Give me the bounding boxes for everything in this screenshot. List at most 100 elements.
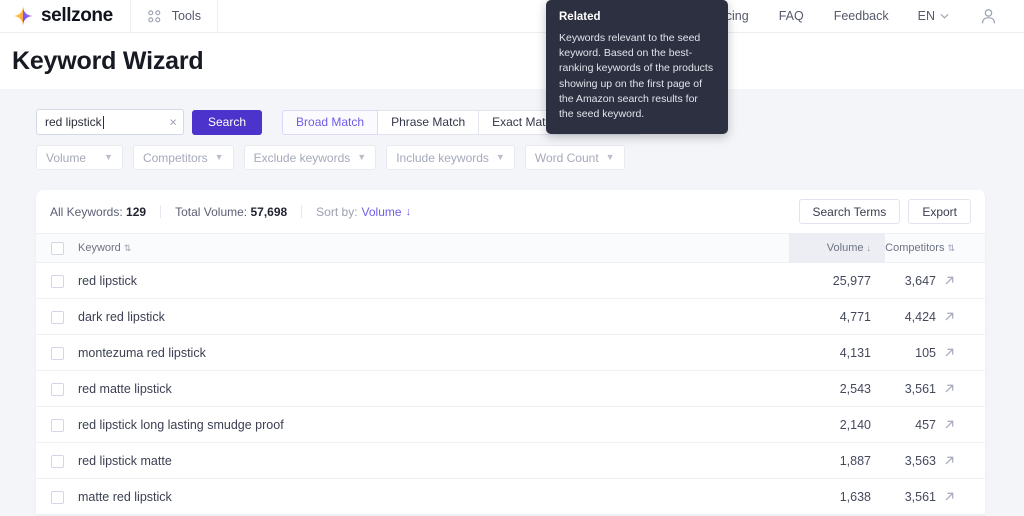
clear-search-icon[interactable]: ×: [169, 116, 177, 129]
total-volume-stat: Total Volume: 57,698: [175, 205, 301, 219]
table-row[interactable]: red lipstick matte 1,887 3,563: [36, 442, 985, 479]
all-keywords-label: All Keywords:: [50, 204, 123, 219]
filter-volume[interactable]: Volume ▼: [36, 145, 123, 170]
sort-by-value[interactable]: Volume: [362, 205, 402, 219]
external-link-arrow-icon[interactable]: [944, 491, 955, 502]
cell-competitors-value: 105: [915, 345, 936, 360]
cell-keyword: red lipstick: [78, 262, 789, 299]
chevron-down-icon: ▼: [357, 152, 367, 162]
row-select-cell: [36, 370, 78, 407]
external-link-arrow-icon[interactable]: [944, 311, 955, 322]
brand-logo[interactable]: sellzone: [0, 5, 113, 27]
row-checkbox[interactable]: [50, 418, 64, 432]
cell-competitors: 4,424: [885, 298, 985, 335]
cell-competitors-value: 3,561: [904, 489, 936, 504]
row-select-cell: [36, 478, 78, 515]
table-row[interactable]: red lipstick long lasting smudge proof 2…: [36, 406, 985, 443]
row-select-cell: [36, 262, 78, 299]
row-select-cell: [36, 406, 78, 443]
text-cursor: [102, 115, 104, 129]
export-button[interactable]: Export: [908, 199, 971, 224]
row-select-cell: [36, 442, 78, 479]
table-row[interactable]: montezuma red lipstick 4,131 105: [36, 334, 985, 371]
cell-competitors-value: 3,561: [904, 381, 936, 396]
column-header-volume-label: Volume: [826, 242, 864, 254]
language-selector[interactable]: EN: [904, 9, 963, 23]
table-header: Keyword ⇅ Volume ↓ Competitors ⇅: [36, 233, 985, 263]
competitors-wrap: 3,563: [885, 454, 977, 468]
sellzone-star-logo-icon: [13, 5, 33, 27]
cell-volume: 4,131: [789, 334, 885, 371]
column-header-competitors[interactable]: Competitors ⇅: [885, 233, 985, 263]
cell-competitors-value: 4,424: [904, 309, 936, 324]
filter-competitors[interactable]: Competitors ▼: [132, 145, 234, 170]
nav-item-feedback[interactable]: Feedback: [819, 0, 904, 33]
filter-include-keywords[interactable]: Include keywords ▼: [386, 145, 515, 170]
sort-toggle-icon[interactable]: ⇅: [124, 243, 132, 253]
row-checkbox[interactable]: [50, 274, 64, 288]
sort-by-control[interactable]: Sort by: Volume ↓: [316, 205, 411, 219]
table-row[interactable]: red lipstick 25,977 3,647: [36, 262, 985, 299]
chevron-down-icon: ▼: [214, 152, 224, 162]
table-row[interactable]: matte red lipstick 1,638 3,561: [36, 478, 985, 515]
brand-name: sellzone: [41, 5, 113, 26]
nav-item-faq[interactable]: FAQ: [764, 0, 819, 33]
sort-toggle-icon[interactable]: ⇅: [947, 243, 955, 253]
cell-keyword: red lipstick matte: [78, 442, 789, 479]
filter-competitors-label: Competitors: [142, 150, 208, 165]
tab-phrase-match[interactable]: Phrase Match: [377, 109, 480, 135]
page-title: Keyword Wizard: [12, 46, 204, 75]
external-link-arrow-icon[interactable]: [944, 383, 955, 394]
sort-by-label: Sort by:: [316, 204, 358, 219]
competitors-wrap: 105: [885, 346, 977, 360]
total-volume-value: 57,698: [250, 204, 288, 219]
cell-volume: 2,543: [789, 370, 885, 407]
cell-competitors: 3,563: [885, 442, 985, 479]
tooltip-title: Related: [559, 11, 601, 23]
nav-tools-button[interactable]: Tools: [131, 0, 217, 33]
row-checkbox[interactable]: [50, 346, 64, 360]
external-link-arrow-icon[interactable]: [944, 347, 955, 358]
row-checkbox[interactable]: [50, 310, 64, 324]
account-avatar-button[interactable]: [963, 7, 1008, 26]
nav-divider-right: [216, 0, 218, 33]
row-checkbox[interactable]: [50, 382, 64, 396]
cell-competitors-value: 457: [915, 417, 936, 432]
external-link-arrow-icon[interactable]: [944, 275, 955, 286]
sort-descending-icon: ↓: [405, 205, 412, 218]
column-header-keyword[interactable]: Keyword ⇅: [78, 233, 789, 263]
language-label: EN: [917, 9, 935, 23]
search-input[interactable]: red lipstick ×: [36, 109, 184, 135]
cell-keyword: montezuma red lipstick: [78, 334, 789, 371]
tab-broad-match[interactable]: Broad Match: [282, 109, 379, 135]
chevron-down-icon: ▼: [104, 152, 113, 162]
external-link-arrow-icon[interactable]: [944, 419, 955, 430]
table-row[interactable]: dark red lipstick 4,771 4,424: [36, 298, 985, 335]
search-terms-button[interactable]: Search Terms: [798, 199, 901, 224]
filter-exclude-keywords[interactable]: Exclude keywords ▼: [243, 145, 377, 170]
competitors-wrap: 4,424: [885, 310, 977, 324]
cell-keyword: red lipstick long lasting smudge proof: [78, 406, 789, 443]
chevron-down-icon: ▼: [605, 152, 615, 162]
column-header-volume[interactable]: Volume ↓: [789, 233, 885, 263]
all-keywords-value: 129: [126, 204, 147, 219]
table-body: red lipstick 25,977 3,647 dark red lipst…: [36, 262, 985, 515]
results-stats: All Keywords: 129 Total Volume: 57,698 S…: [50, 205, 411, 219]
search-row: red lipstick × Search Broad Match Phrase…: [36, 109, 985, 135]
user-icon: [981, 8, 996, 23]
app-root: sellzone Tools Pricing FAQ Feedback EN K…: [0, 0, 1024, 516]
row-checkbox[interactable]: [50, 454, 64, 468]
search-button[interactable]: Search: [192, 109, 263, 135]
select-all-checkbox[interactable]: [50, 241, 64, 255]
nav-right-group: Pricing FAQ Feedback EN: [695, 0, 1024, 33]
external-link-arrow-icon[interactable]: [944, 455, 955, 466]
cell-keyword: matte red lipstick: [78, 478, 789, 515]
filter-word-count[interactable]: Word Count ▼: [524, 145, 625, 170]
sort-descending-icon[interactable]: ↓: [867, 243, 872, 253]
table-row[interactable]: red matte lipstick 2,543 3,561: [36, 370, 985, 407]
stat-divider: [301, 205, 303, 218]
cell-keyword: red matte lipstick: [78, 370, 789, 407]
row-checkbox[interactable]: [50, 490, 64, 504]
cell-volume: 1,638: [789, 478, 885, 515]
nav-tools-label: Tools: [171, 9, 201, 23]
